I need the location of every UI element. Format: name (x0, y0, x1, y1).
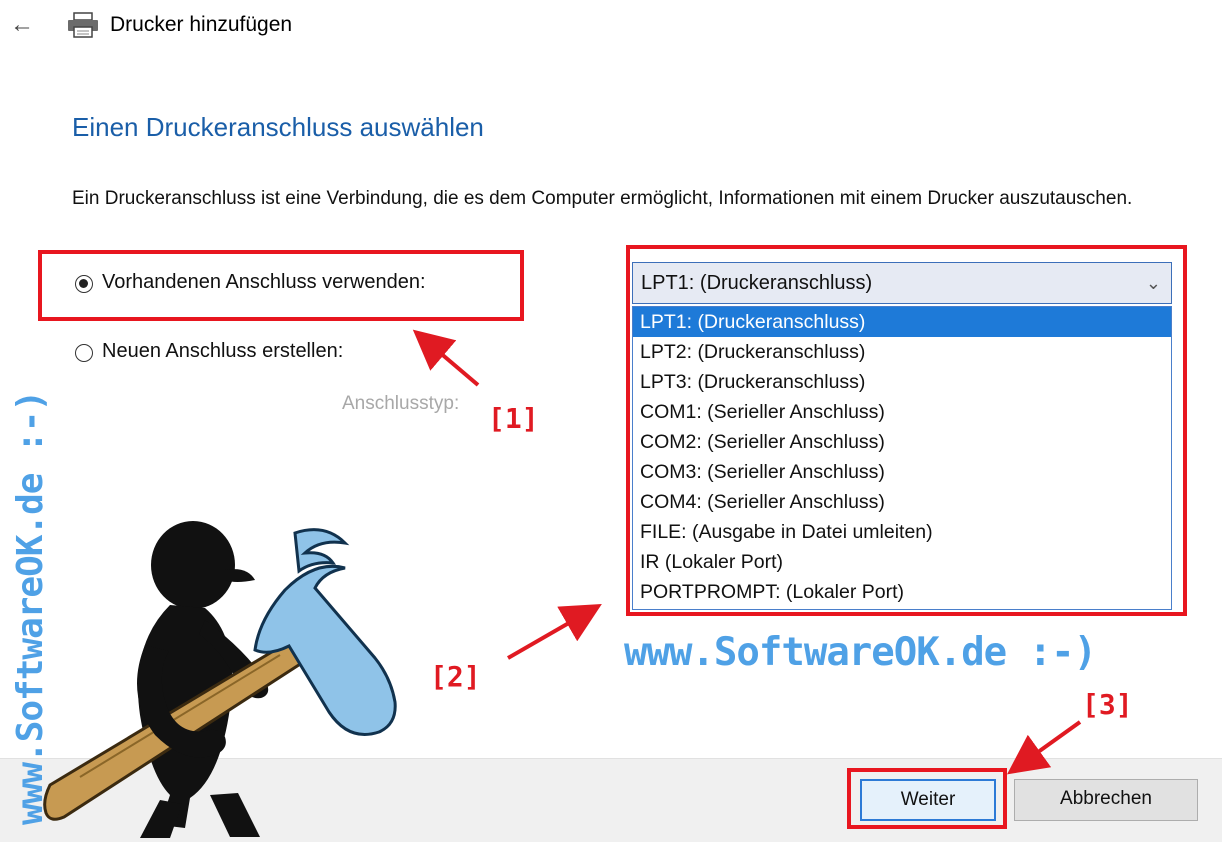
annotation-marker-3: [3] (1082, 688, 1133, 721)
arrow-1 (412, 329, 480, 387)
watermark-horizontal: www.SoftwareOK.de :-) (624, 630, 1097, 675)
watermark-vertical: www.SoftwareOK.de :-) (10, 391, 51, 825)
watermark-vertical-text: www.SoftwareOK.de :-) (10, 391, 51, 825)
arrow-2 (507, 604, 602, 660)
annotation-arrows (412, 329, 1082, 775)
annotation-marker-2: [2] (430, 660, 481, 693)
annotation-marker-1: [1] (488, 402, 539, 435)
arrow-3 (1006, 720, 1082, 775)
